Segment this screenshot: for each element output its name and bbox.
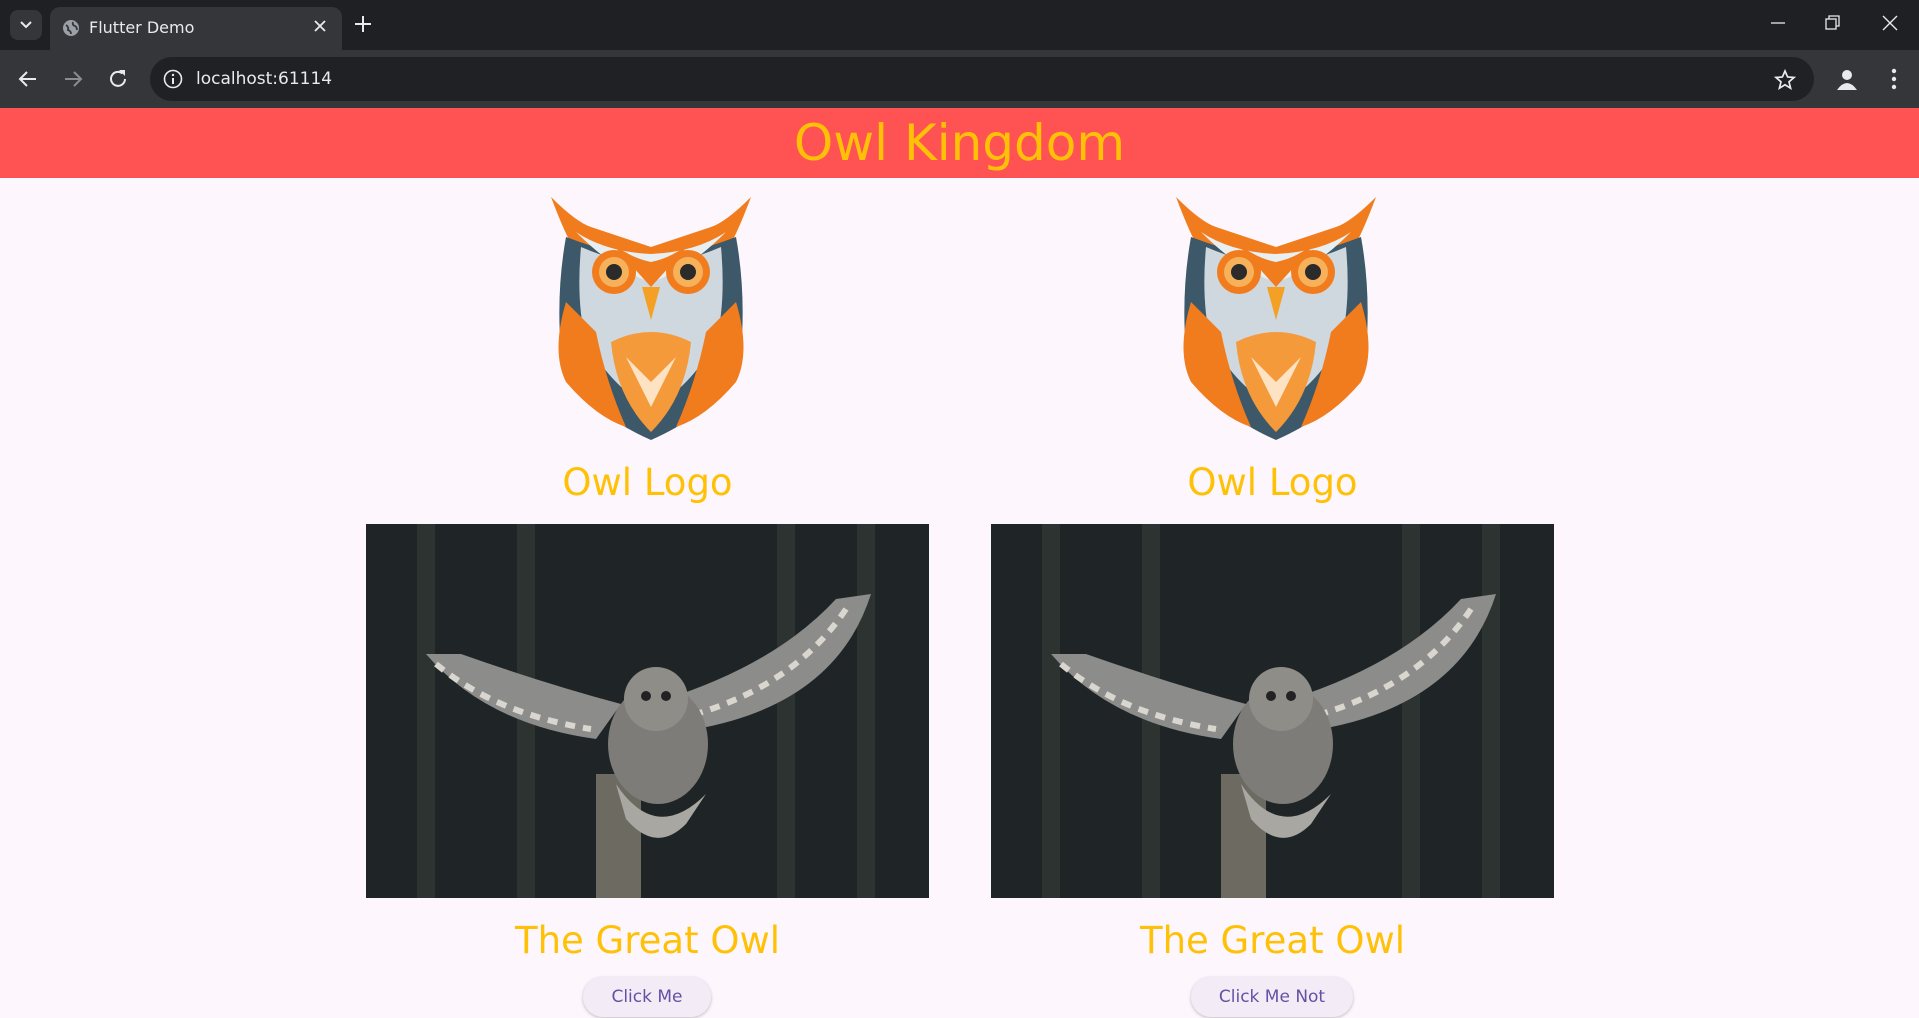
reload-icon[interactable] (106, 67, 130, 91)
globe-icon (63, 20, 79, 36)
profile-icon[interactable] (1834, 66, 1860, 92)
more-icon[interactable] (1884, 66, 1904, 92)
owl-photo-illustration (991, 524, 1554, 898)
great-owl-photo (991, 524, 1554, 898)
app-bar: Owl Kingdom (0, 108, 1919, 178)
star-icon[interactable] (1774, 69, 1796, 91)
address-bar[interactable]: localhost:61114 (150, 57, 1814, 101)
browser-toolbar: localhost:61114 (0, 50, 1919, 108)
forward-icon[interactable] (61, 67, 85, 91)
photo-caption: The Great Owl (1139, 919, 1406, 962)
owl-logo-icon (1176, 197, 1376, 440)
tab-title: Flutter Demo (89, 18, 195, 37)
logo-caption: Owl Logo (1187, 461, 1358, 504)
browser-tab[interactable]: Flutter Demo (50, 7, 342, 50)
close-window-icon[interactable] (1880, 13, 1900, 33)
info-icon[interactable] (163, 69, 183, 89)
url-text: localhost:61114 (196, 69, 333, 89)
restore-icon[interactable] (1823, 13, 1843, 33)
minimize-icon[interactable] (1768, 13, 1788, 33)
tab-list-button[interactable] (10, 10, 42, 40)
great-owl-photo (366, 524, 929, 898)
browser-tab-bar: Flutter Demo (0, 0, 1919, 50)
click-me-button[interactable]: Click Me (583, 977, 711, 1017)
owl-logo-icon (551, 197, 751, 440)
photo-caption: The Great Owl (514, 919, 781, 962)
logo-caption: Owl Logo (562, 461, 733, 504)
app-title: Owl Kingdom (793, 114, 1126, 172)
plus-icon[interactable] (352, 13, 374, 35)
back-icon[interactable] (16, 67, 40, 91)
owl-photo-illustration (366, 524, 929, 898)
chevron-down-icon (20, 21, 32, 29)
click-me-not-button[interactable]: Click Me Not (1191, 977, 1353, 1017)
close-icon[interactable] (312, 18, 328, 34)
